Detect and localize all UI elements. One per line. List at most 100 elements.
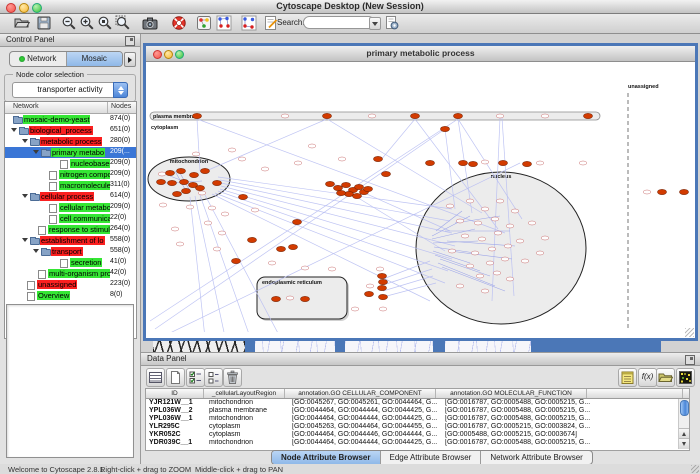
tab-mosaic[interactable]: Mosaic <box>66 52 123 66</box>
network-view-titlebar[interactable]: primary metabolic process <box>146 46 695 62</box>
network-node[interactable] <box>379 294 388 299</box>
network-tree-label[interactable]: cellular metabo <box>59 203 110 212</box>
table-row[interactable]: YLR295Ccytoplasm[GO:0045263, GO:0044464,… <box>146 423 677 431</box>
network-node[interactable] <box>378 285 387 290</box>
network-tree-label[interactable]: macromolecule <box>59 181 110 190</box>
column-header[interactable]: annotation.GO CELLULAR_COMPONENT <box>285 389 436 398</box>
search-input[interactable] <box>303 16 375 29</box>
tab-node-attribute-browser[interactable]: Node Attribute Browser <box>272 451 380 464</box>
scroll-down-icon[interactable] <box>679 438 689 449</box>
zoom-out-icon[interactable] <box>61 15 77 31</box>
network-node[interactable] <box>326 181 335 186</box>
tree-row[interactable]: cellular process614(0) <box>5 191 136 202</box>
search-config-icon[interactable] <box>384 15 400 31</box>
column-header[interactable] <box>587 389 683 398</box>
unselect-all-attributes-icon[interactable] <box>204 368 223 387</box>
node-color-dropdown[interactable]: transporter activity <box>12 82 128 98</box>
vizmapper-icon[interactable] <box>196 15 212 31</box>
network-node[interactable] <box>584 113 593 118</box>
open-icon[interactable] <box>14 15 30 31</box>
network-node[interactable] <box>355 184 364 189</box>
zoom-selected-icon[interactable] <box>115 15 131 31</box>
network-tree-label[interactable]: cell communicat <box>59 214 110 223</box>
network-node[interactable] <box>523 161 532 166</box>
network-node[interactable] <box>459 160 468 165</box>
network-node[interactable] <box>272 296 281 301</box>
network-node[interactable] <box>334 185 343 190</box>
birdseye-view-panel[interactable] <box>6 304 134 458</box>
network-node[interactable] <box>382 171 391 176</box>
zoom-window-icon[interactable] <box>175 50 184 59</box>
tree-row[interactable]: metabolic process280(0) <box>5 136 136 147</box>
network-node[interactable] <box>323 113 332 118</box>
attribute-list-icon[interactable] <box>618 368 637 387</box>
import-attributes-folder-icon[interactable] <box>656 368 675 387</box>
zoom-window-icon[interactable] <box>32 3 42 13</box>
network-node[interactable] <box>680 189 689 194</box>
resize-grip-icon[interactable] <box>685 328 694 337</box>
network-node[interactable] <box>411 113 420 118</box>
attribute-select-icon[interactable] <box>146 368 165 387</box>
help-lifesaver-icon[interactable] <box>171 15 187 31</box>
new-attribute-icon[interactable] <box>166 368 185 387</box>
window-titlebar[interactable]: Cytoscape Desktop (New Session) <box>0 0 700 14</box>
network-tree-label[interactable]: cellular process <box>40 192 94 201</box>
column-header[interactable]: ID <box>146 389 204 398</box>
column-header[interactable]: _cellularLayoutRegion <box>204 389 285 398</box>
table-vertical-scrollbar[interactable] <box>678 399 689 449</box>
network-node[interactable] <box>173 191 182 196</box>
column-nodes[interactable]: Nodes <box>111 103 131 110</box>
close-icon[interactable] <box>153 50 162 59</box>
network-tree-label[interactable]: nitrogen compo <box>59 170 110 179</box>
delete-attribute-trash-icon[interactable] <box>223 368 242 387</box>
tab-edge-attribute-browser[interactable]: Edge Attribute Browser <box>380 451 481 464</box>
tree-row[interactable]: secretion41(0) <box>5 257 136 268</box>
network-node[interactable] <box>342 182 351 187</box>
network-node[interactable] <box>301 296 310 301</box>
network-node[interactable] <box>248 237 257 242</box>
new-network-selected-edges-icon[interactable] <box>241 15 257 31</box>
new-network-selected-all-edges-icon[interactable] <box>216 15 232 31</box>
table-row[interactable]: YJR121W__1mitochondrion[GO:0045267, GO:0… <box>146 399 677 407</box>
tree-row[interactable]: nucleobase-209(0) <box>5 158 136 169</box>
tree-row[interactable]: Overview8(0) <box>5 290 136 301</box>
network-node[interactable] <box>345 191 354 196</box>
minimize-icon[interactable] <box>19 3 29 13</box>
more-tabs-arrow-icon[interactable] <box>124 52 136 67</box>
network-node[interactable] <box>190 172 199 177</box>
network-node[interactable] <box>201 168 210 173</box>
tree-row[interactable]: nitrogen compo209(0) <box>5 169 136 180</box>
expand-arrow-icon[interactable] <box>33 249 39 253</box>
network-node[interactable] <box>378 273 387 278</box>
snapshot-camera-icon[interactable] <box>142 15 158 31</box>
network-node[interactable] <box>337 190 346 195</box>
tree-row[interactable]: multi-organism pro42(0) <box>5 268 136 279</box>
expand-arrow-icon[interactable] <box>33 150 39 154</box>
network-tree-label[interactable]: multi-organism pro <box>48 269 110 278</box>
network-tree-label[interactable]: establishment of lo <box>40 236 105 245</box>
column-network[interactable]: Network <box>13 103 39 110</box>
column-header[interactable]: annotation.GO MOLECULAR_FUNCTION <box>436 389 587 398</box>
tab-network[interactable]: Network <box>10 52 66 66</box>
scrollbar-thumb[interactable] <box>680 400 689 416</box>
close-icon[interactable] <box>6 3 16 13</box>
network-node[interactable] <box>168 180 177 185</box>
network-tree-label[interactable]: mosaic-demo-yeast <box>23 115 90 124</box>
tree-row[interactable]: unassigned223(0) <box>5 279 136 290</box>
network-tree-label[interactable]: primary metabo <box>51 148 105 157</box>
network-tree-label[interactable]: secretion <box>70 258 102 267</box>
tree-row[interactable]: cellular metabo209(0) <box>5 202 136 213</box>
network-node[interactable] <box>353 193 362 198</box>
expand-arrow-icon[interactable] <box>22 139 28 143</box>
network-node[interactable] <box>658 189 667 194</box>
network-tree-label[interactable]: response to stimulu <box>48 225 110 234</box>
network-node[interactable] <box>193 113 202 118</box>
network-node[interactable] <box>177 168 186 173</box>
tab-network-attribute-browser[interactable]: Network Attribute Browser <box>480 451 591 464</box>
table-row[interactable]: YDR039C__1mitochondrion[GO:0044464, GO:0… <box>146 439 677 447</box>
tree-row[interactable]: macromolecule311(0) <box>5 180 136 191</box>
tree-row[interactable]: response to stimulu264(0) <box>5 224 136 235</box>
network-node[interactable] <box>426 160 435 165</box>
table-row[interactable]: YPL036W__2plasma membrane[GO:0044464, GO… <box>146 407 677 415</box>
network-node[interactable] <box>196 185 205 190</box>
